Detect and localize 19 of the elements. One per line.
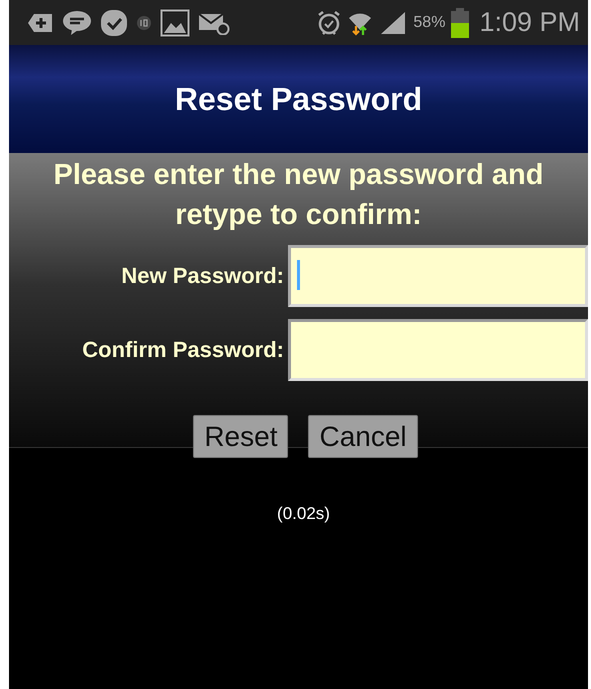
alarm-clock-icon [317,10,342,36]
battery-icon [451,8,470,38]
clock-time: 1:09 PM [479,7,580,38]
signal-icon [379,10,408,34]
circle-icon [136,14,152,30]
password-field[interactable] [288,319,588,381]
field-label: Confirm Password: [82,337,284,363]
battery-percent: 58% [413,14,446,32]
checkmark-badge-icon [100,8,128,36]
text-cursor [297,260,300,290]
password-field[interactable] [288,245,588,307]
chat-bubble-icon [62,10,92,36]
reset-button[interactable]: Reset [193,415,288,458]
timing-text: (0.02s) [277,504,330,524]
instructions-text: Please enter the new password and retype to confirm: [52,158,544,233]
cancel-button[interactable]: Cancel [308,415,418,458]
image-icon [160,8,190,36]
field-label: New Password: [121,263,284,289]
page-title: Reset Password [174,80,422,118]
